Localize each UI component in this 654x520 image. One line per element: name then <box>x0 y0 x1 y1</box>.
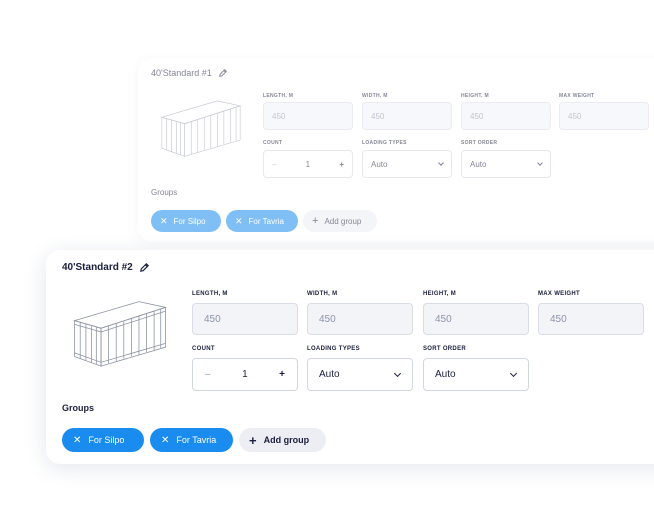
group-chip-tavria: ✕ For Tavria <box>226 210 298 232</box>
height-label: HEIGHT, M <box>461 93 489 99</box>
max-weight-label: MAX WEIGHT <box>559 93 595 99</box>
group-chip-silpo: ✕ For Silpo <box>62 428 144 452</box>
length-input[interactable]: 450 <box>263 102 353 130</box>
loading-types-select[interactable]: Auto <box>307 358 413 391</box>
decrement-button[interactable]: – <box>205 369 211 380</box>
plus-icon: + <box>312 215 319 227</box>
height-input[interactable]: 450 <box>423 303 529 335</box>
count-value[interactable]: 1 <box>306 160 310 169</box>
plus-icon: + <box>249 432 257 448</box>
add-group-label: Add group <box>263 435 310 445</box>
chevron-down-icon <box>438 159 444 166</box>
add-group-label: Add group <box>324 216 362 226</box>
sort-order-value: Auto <box>470 159 487 169</box>
count-label: COUNT <box>192 346 215 352</box>
max-weight-input[interactable]: 450 <box>559 102 649 130</box>
sort-order-label: SORT ORDER <box>423 346 467 352</box>
max-weight-label: MAX WEIGHT <box>538 291 580 297</box>
width-input[interactable]: 450 <box>307 303 413 335</box>
container-illustration <box>72 296 168 368</box>
width-label: WIDTH, M <box>307 291 338 297</box>
loading-types-label: LOADING TYPES <box>307 346 360 352</box>
sort-order-label: SORT ORDER <box>461 140 498 146</box>
increment-button[interactable]: + <box>339 160 344 169</box>
chevron-down-icon <box>509 369 518 377</box>
chevron-down-icon <box>537 159 543 166</box>
group-chip-silpo: ✕ For Silpo <box>151 210 221 232</box>
edit-pencil-icon[interactable] <box>218 68 228 78</box>
length-input[interactable]: 450 <box>192 303 298 335</box>
sort-order-value: Auto <box>435 369 456 380</box>
container-card-1: 40'Standard #1 LENGTH, M WIDTH, M HEIGHT… <box>138 58 654 242</box>
height-input[interactable]: 450 <box>461 102 551 130</box>
group-chip-tavria: ✕ For Tavria <box>150 428 233 452</box>
container-card-2: 40'Standard #2 LENGTH, M WIDTH, M HEIGHT… <box>46 250 654 464</box>
remove-group-icon[interactable]: ✕ <box>235 216 243 227</box>
decrement-button[interactable]: – <box>272 160 276 169</box>
group-chip-label: For Tavria <box>248 216 284 226</box>
card-title: 40'Standard #2 <box>62 262 133 273</box>
width-label: WIDTH, M <box>362 93 388 99</box>
sort-order-select[interactable]: Auto <box>423 358 529 391</box>
edit-pencil-icon[interactable] <box>139 262 150 273</box>
width-input[interactable]: 450 <box>362 102 452 130</box>
max-weight-input[interactable]: 450 <box>538 303 644 335</box>
count-label: COUNT <box>263 140 283 146</box>
count-value[interactable]: 1 <box>242 369 248 380</box>
add-group-button[interactable]: + Add group <box>303 210 377 232</box>
length-label: LENGTH, M <box>263 93 294 99</box>
loading-types-select[interactable]: Auto <box>362 150 452 178</box>
card-title: 40'Standard #1 <box>151 68 212 78</box>
group-chip-label: For Silpo <box>173 216 206 226</box>
loading-types-value: Auto <box>319 369 340 380</box>
loading-types-label: LOADING TYPES <box>362 140 407 146</box>
groups-label: Groups <box>151 188 178 197</box>
card-title-row: 40'Standard #1 <box>151 68 228 78</box>
remove-group-icon[interactable]: ✕ <box>161 435 169 446</box>
count-stepper: – 1 + <box>263 150 353 178</box>
sort-order-select[interactable]: Auto <box>461 150 551 178</box>
groups-label: Groups <box>62 403 95 413</box>
height-label: HEIGHT, M <box>423 291 457 297</box>
count-stepper: – 1 + <box>192 358 298 391</box>
remove-group-icon[interactable]: ✕ <box>160 216 168 227</box>
loading-types-value: Auto <box>371 159 388 169</box>
remove-group-icon[interactable]: ✕ <box>73 435 81 446</box>
card-title-row: 40'Standard #2 <box>62 262 150 273</box>
increment-button[interactable]: + <box>279 369 285 380</box>
length-label: LENGTH, M <box>192 291 228 297</box>
group-chip-label: For Silpo <box>88 435 125 445</box>
container-illustration <box>160 96 242 158</box>
group-chip-label: For Tavria <box>176 435 217 445</box>
chevron-down-icon <box>393 369 402 377</box>
add-group-button[interactable]: + Add group <box>239 428 326 452</box>
